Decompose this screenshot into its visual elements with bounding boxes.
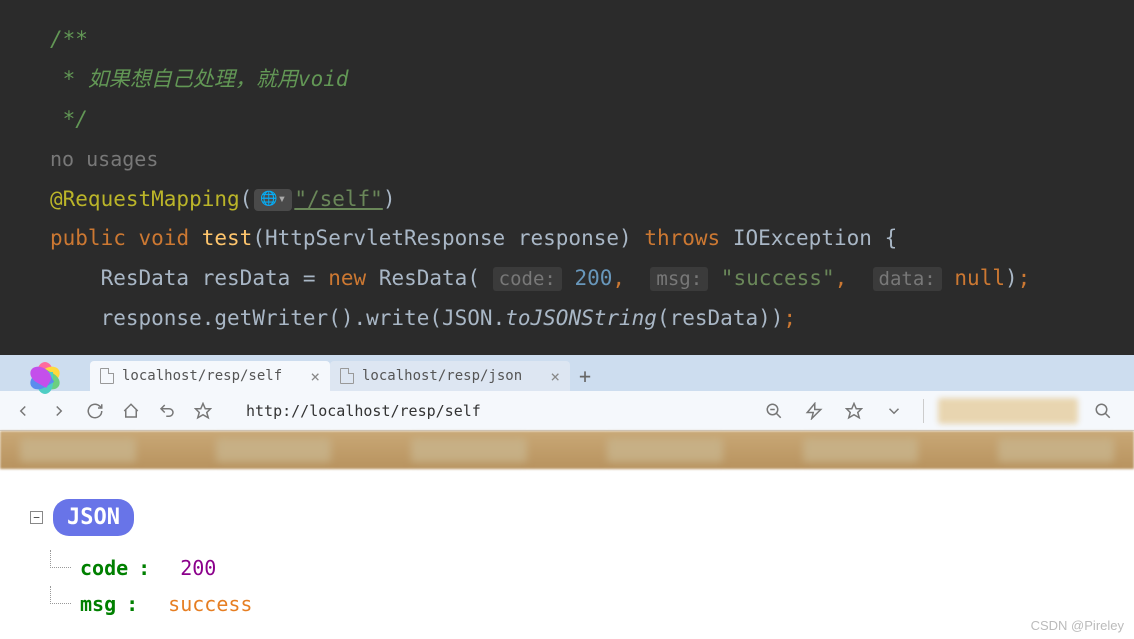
code-body-line: ResData resData = new ResData( code: 200…	[50, 259, 1134, 299]
page-icon	[340, 368, 354, 384]
home-button[interactable]	[116, 396, 146, 426]
reload-button[interactable]	[80, 396, 110, 426]
tab-title: localhost/resp/self	[122, 368, 282, 384]
chevron-down-icon[interactable]	[879, 396, 909, 426]
comment-line: * 如果想自己处理，就用void	[50, 67, 349, 91]
browser-logo[interactable]	[0, 355, 90, 391]
forward-button[interactable]	[44, 396, 74, 426]
toolbar: http://localhost/resp/self	[0, 391, 1134, 431]
zoom-out-icon[interactable]	[759, 396, 789, 426]
star-button[interactable]	[188, 396, 218, 426]
globe-icon[interactable]: 🌐▾	[254, 189, 292, 211]
favorite-icon[interactable]	[839, 396, 869, 426]
usage-hint: no usages	[50, 147, 158, 171]
tab-json[interactable]: localhost/resp/json ×	[330, 361, 570, 391]
tab-self[interactable]: localhost/resp/self ×	[90, 361, 330, 391]
code-editor: /** * 如果想自己处理，就用void */ no usages @Reque…	[0, 0, 1134, 349]
method-signature: public void test(HttpServletResponse res…	[50, 219, 1134, 259]
search-icon[interactable]	[1088, 396, 1118, 426]
bookmark-bar	[0, 431, 1134, 469]
watermark: CSDN @Pireley	[1031, 618, 1124, 633]
address-bar[interactable]: http://localhost/resp/self	[234, 396, 743, 426]
json-row: msg : success	[80, 586, 1104, 622]
page-icon	[100, 368, 114, 384]
json-key: msg	[80, 592, 116, 616]
json-badge: JSON	[53, 499, 134, 536]
json-value: 200	[180, 556, 216, 580]
close-icon[interactable]: ×	[310, 367, 320, 386]
json-key: code	[80, 556, 128, 580]
browser-window: localhost/resp/self × localhost/resp/jso…	[0, 355, 1134, 639]
comment-line: /**	[50, 27, 88, 51]
new-tab-button[interactable]: +	[570, 361, 600, 391]
tab-bar: localhost/resp/self × localhost/resp/jso…	[0, 355, 1134, 391]
code-body-line: response.getWriter().write(JSON.toJSONSt…	[50, 299, 1134, 339]
json-row: code : 200	[80, 550, 1104, 586]
flash-icon[interactable]	[799, 396, 829, 426]
page-content: − JSON code : 200 msg : success	[0, 469, 1134, 632]
tab-title: localhost/resp/json	[362, 368, 522, 384]
blurred-area	[938, 398, 1078, 424]
comment-line: */	[50, 107, 88, 131]
annotation-line: @RequestMapping(🌐▾"/self")	[50, 180, 1134, 220]
json-value: success	[168, 592, 252, 616]
collapse-button[interactable]: −	[30, 511, 43, 524]
back-button[interactable]	[8, 396, 38, 426]
undo-button[interactable]	[152, 396, 182, 426]
close-icon[interactable]: ×	[550, 367, 560, 386]
